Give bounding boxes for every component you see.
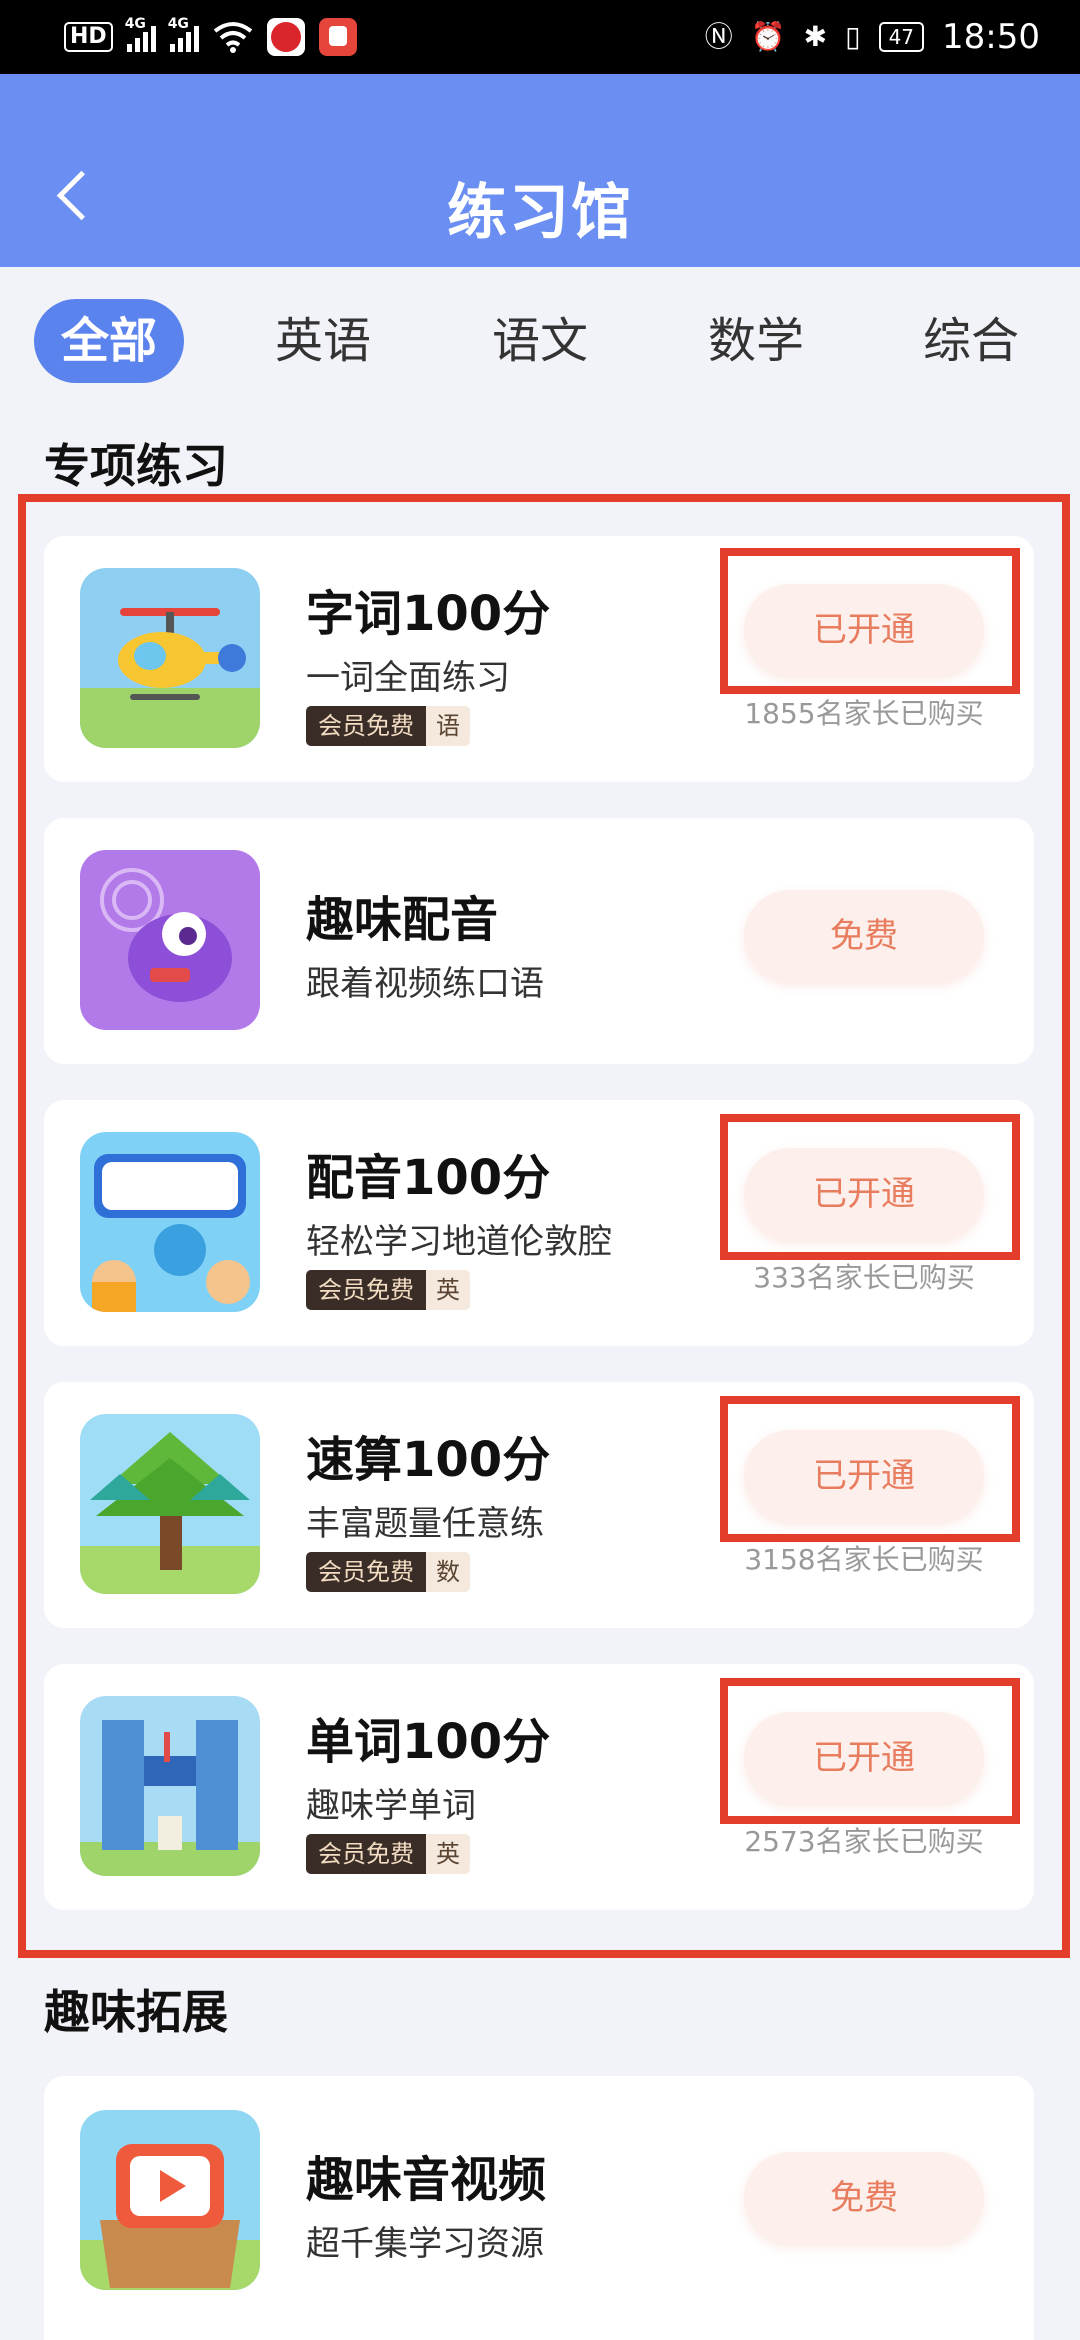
highlight-box-button — [720, 548, 1020, 694]
notification-app-icon — [318, 18, 357, 56]
free-button[interactable]: 免费 — [744, 2152, 984, 2244]
list-item[interactable]: 趣味音视频 超千集学习资源 免费 — [44, 2076, 1034, 2340]
tab-all[interactable]: 全部 — [34, 299, 184, 383]
bank-app-icon — [266, 18, 305, 56]
tab-math[interactable]: 数学 — [681, 299, 831, 383]
highlight-box-button — [720, 1396, 1020, 1542]
video-box-icon — [80, 2110, 260, 2290]
tab-chinese[interactable]: 语文 — [465, 299, 615, 383]
clock: 18:50 — [942, 17, 1040, 57]
wifi-icon — [213, 22, 252, 53]
highlight-box-button — [720, 1678, 1020, 1824]
card-subtitle: 超千集学习资源 — [306, 2224, 544, 2264]
page-title: 练习馆 — [447, 178, 633, 248]
vibrate-icon: ▯ — [845, 20, 861, 53]
status-bar: HD 4G 4G Ⓝ ⏰ ✱ ▯ 47 18:50 — [0, 0, 1080, 74]
category-tabs: 全部 英语 语文 数学 综合 — [0, 267, 1080, 417]
signal-icon: 4G — [168, 16, 199, 52]
battery-icon: 47 — [878, 22, 925, 52]
card-title: 趣味音视频 — [306, 2152, 547, 2208]
section-title: 专项练习 — [44, 439, 228, 493]
alarm-icon: ⏰ — [750, 20, 786, 53]
tab-comprehensive[interactable]: 综合 — [896, 299, 1046, 383]
hd-indicator: HD — [64, 22, 113, 52]
bluetooth-icon: ✱ — [803, 20, 828, 53]
section-title: 趣味拓展 — [44, 1985, 228, 2039]
highlight-box-button — [720, 1114, 1020, 1260]
signal-icon: 4G — [125, 16, 156, 52]
tab-english[interactable]: 英语 — [248, 299, 398, 383]
nfc-icon: Ⓝ — [704, 20, 733, 53]
app-header: 练习馆 — [0, 74, 1080, 267]
